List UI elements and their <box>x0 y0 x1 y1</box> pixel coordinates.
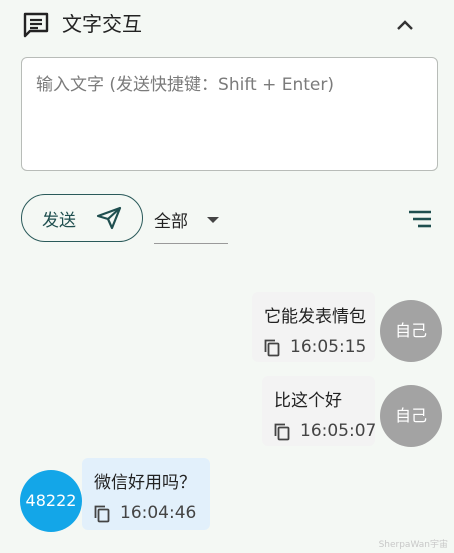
copy-icon[interactable] <box>94 505 110 523</box>
send-button[interactable]: 发送 <box>21 194 143 242</box>
message-bubble: 它能发表情包 16:05:15 <box>252 292 375 362</box>
caret-down-icon <box>207 217 219 223</box>
message-input[interactable] <box>22 58 437 170</box>
copy-icon[interactable] <box>274 423 290 441</box>
message-filter-select[interactable]: 全部 <box>154 200 228 244</box>
panel-header: 文字交互 <box>0 0 454 50</box>
filter-value: 全部 <box>154 212 188 232</box>
send-button-label: 发送 <box>42 211 76 231</box>
message-text: 它能发表情包 <box>264 307 366 327</box>
sort-icon[interactable] <box>406 209 434 229</box>
avatar: 自己 <box>380 385 442 447</box>
panel-title: 文字交互 <box>62 12 142 36</box>
message-bubble: 微信好用吗？ 16:04:46 <box>82 458 210 530</box>
chevron-up-icon[interactable] <box>392 12 418 38</box>
send-icon <box>96 206 122 230</box>
message-text: 微信好用吗？ <box>94 473 196 493</box>
watermark: SherpaWan宇宙 <box>378 540 448 550</box>
message-bubble: 比这个好 16:05:07 <box>262 376 377 446</box>
message-time: 16:05:15 <box>290 337 367 357</box>
chat-icon <box>23 12 49 38</box>
message-input-container <box>21 57 438 171</box>
message-text: 比这个好 <box>274 391 342 411</box>
avatar: 自己 <box>380 300 442 362</box>
message-time: 16:05:07 <box>300 421 377 441</box>
message-time: 16:04:46 <box>120 503 197 523</box>
copy-icon[interactable] <box>264 339 280 357</box>
avatar: 48222 <box>20 470 82 532</box>
